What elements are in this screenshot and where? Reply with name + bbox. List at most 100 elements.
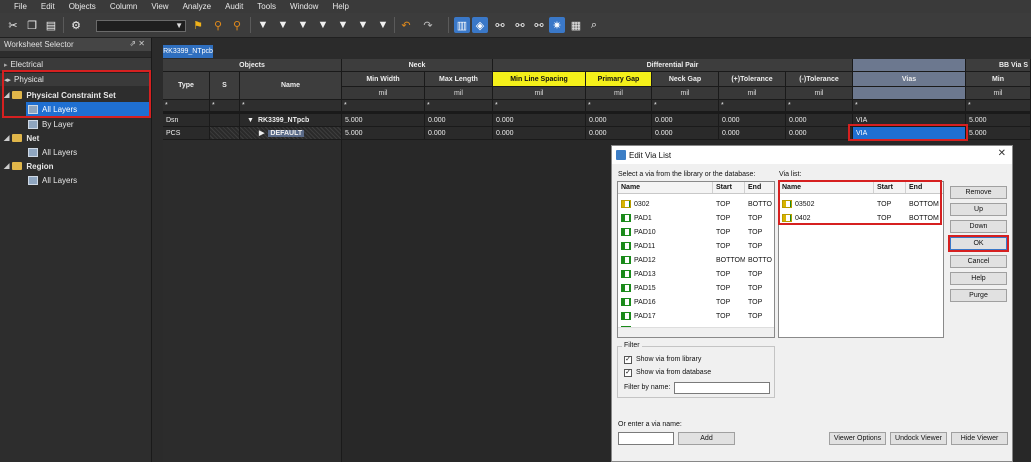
menu-help[interactable]: Help bbox=[332, 2, 348, 11]
column-icon[interactable]: ▥ bbox=[454, 17, 470, 33]
viewer-options-button[interactable]: Viewer Options bbox=[829, 432, 886, 445]
menu-column[interactable]: Column bbox=[110, 2, 138, 11]
table-cell[interactable]: 0.000 bbox=[786, 114, 853, 127]
col-plus-tolerance[interactable]: (+)Tolerance bbox=[719, 72, 786, 87]
filter-cell[interactable]: * bbox=[786, 100, 853, 112]
filter-menu-icon[interactable]: ⚙ bbox=[68, 17, 84, 33]
filter-cell[interactable]: * bbox=[853, 100, 966, 112]
col-min-width[interactable]: Min Width bbox=[342, 72, 425, 87]
table-row-name[interactable]: ▶ DEFAULT bbox=[240, 127, 342, 140]
tree-item-all-layers-selected[interactable]: All Layers bbox=[26, 102, 150, 116]
filter-cell[interactable]: * bbox=[240, 100, 342, 112]
funnel-icon[interactable]: ▼ bbox=[375, 17, 391, 33]
funnel-icon[interactable]: ▼ bbox=[355, 17, 371, 33]
network-icon[interactable]: ⚯ bbox=[492, 17, 508, 33]
col-start[interactable]: Start bbox=[874, 182, 906, 193]
net-icon[interactable]: ◈ bbox=[472, 17, 488, 33]
tree-item-net[interactable]: ◢ Net bbox=[0, 131, 39, 145]
show-database-checkbox[interactable]: ✓ bbox=[624, 369, 632, 377]
funnel-icon[interactable]: ▼ bbox=[275, 17, 291, 33]
filter-cell[interactable]: * bbox=[163, 100, 210, 112]
funnel-icon[interactable]: ▼ bbox=[315, 17, 331, 33]
table-cell[interactable]: 0.000 bbox=[425, 127, 493, 140]
table-row-type[interactable]: Dsn bbox=[163, 114, 210, 127]
list-item[interactable]: PAD10 TOP TOP bbox=[618, 225, 774, 239]
funnel-icon[interactable]: ▼ bbox=[335, 17, 351, 33]
remove-button[interactable]: Remove bbox=[950, 186, 1007, 199]
search-icon[interactable]: ⌕ bbox=[586, 17, 602, 33]
up-button[interactable]: Up bbox=[950, 203, 1007, 216]
purge-button[interactable]: Purge bbox=[950, 289, 1007, 302]
col-bb-min[interactable]: Min bbox=[966, 72, 1031, 87]
via-name-input[interactable] bbox=[618, 432, 674, 445]
down-button[interactable]: Down bbox=[950, 220, 1007, 233]
col-name[interactable]: Name bbox=[240, 72, 342, 100]
filter-cell[interactable]: * bbox=[342, 100, 425, 112]
funnel-icon[interactable]: ▼ bbox=[255, 17, 271, 33]
network-icon[interactable]: ⚯ bbox=[512, 17, 528, 33]
filter-cell[interactable]: * bbox=[966, 100, 1031, 112]
hide-viewer-button[interactable]: Hide Viewer bbox=[951, 432, 1008, 445]
col-name[interactable]: Name bbox=[618, 182, 713, 193]
filter-by-name-input[interactable] bbox=[674, 382, 770, 394]
col-primary-gap[interactable]: Primary Gap bbox=[586, 72, 652, 87]
via-list[interactable]: Name Start End 03502 TOP BOTTOM 0402 TOP… bbox=[778, 181, 944, 338]
undo-icon[interactable]: ↶ bbox=[398, 17, 414, 33]
filter-cell[interactable]: * bbox=[425, 100, 493, 112]
menu-audit[interactable]: Audit bbox=[225, 2, 243, 11]
filter-cell[interactable]: * bbox=[210, 100, 240, 112]
col-vias[interactable]: Vias bbox=[853, 72, 966, 87]
table-cell[interactable]: 0.000 bbox=[586, 114, 652, 127]
col-start[interactable]: Start bbox=[713, 182, 745, 193]
report-icon[interactable]: ▦ bbox=[568, 17, 584, 33]
col-minus-tolerance[interactable]: (-)Tolerance bbox=[786, 72, 853, 87]
horizontal-scrollbar[interactable] bbox=[618, 327, 774, 337]
list-item[interactable]: 03502 TOP BOTTOM bbox=[779, 197, 943, 211]
col-name[interactable]: Name bbox=[779, 182, 874, 193]
objects-combo[interactable]: ▼ bbox=[96, 20, 186, 32]
table-cell-vias[interactable]: VIA bbox=[853, 114, 966, 127]
close-icon[interactable]: ✕ bbox=[998, 148, 1006, 159]
col-min-line-spacing[interactable]: Min Line Spacing bbox=[493, 72, 586, 87]
tree-item-region[interactable]: ◢ Region bbox=[0, 159, 54, 173]
filter-cell[interactable]: * bbox=[652, 100, 719, 112]
table-cell[interactable]: 0.000 bbox=[586, 127, 652, 140]
list-item[interactable]: PAD15 TOP TOP bbox=[618, 281, 774, 295]
ok-button[interactable]: OK bbox=[950, 237, 1007, 250]
table-cell-vias-selected[interactable]: VIA bbox=[853, 127, 966, 140]
table-cell[interactable]: 0.000 bbox=[719, 127, 786, 140]
list-item[interactable]: 0402 TOP BOTTOM bbox=[779, 211, 943, 225]
table-cell[interactable]: 0.000 bbox=[652, 114, 719, 127]
category-physical[interactable]: ◂▸ Physical bbox=[0, 72, 151, 86]
col-type[interactable]: Type bbox=[163, 72, 210, 100]
menu-window[interactable]: Window bbox=[290, 2, 318, 11]
filter-cell[interactable]: * bbox=[586, 100, 652, 112]
table-cell[interactable]: 0.000 bbox=[652, 127, 719, 140]
table-cell[interactable]: 0.000 bbox=[719, 114, 786, 127]
col-end[interactable]: End bbox=[745, 182, 774, 193]
cancel-button[interactable]: Cancel bbox=[950, 255, 1007, 268]
list-item[interactable]: PAD11 TOP TOP bbox=[618, 239, 774, 253]
tree-item-physical-constraint-set[interactable]: ◢ Physical Constraint Set bbox=[0, 88, 116, 102]
col-end[interactable]: End bbox=[906, 182, 943, 193]
table-row-type[interactable]: PCS bbox=[163, 127, 210, 140]
panel-controls-icon[interactable]: ⇗ ✕ bbox=[129, 39, 145, 48]
library-list[interactable]: Name Start End 0302 TOP BOTTO PAD1 TOP TOP PAD… bbox=[617, 181, 775, 338]
tree-item-net-all-layers[interactable]: All Layers bbox=[28, 145, 77, 159]
table-cell[interactable]: 5.000 bbox=[342, 114, 425, 127]
col-neck-gap[interactable]: Neck Gap bbox=[652, 72, 719, 87]
flag-icon[interactable]: ⚑ bbox=[190, 17, 206, 33]
list-item[interactable]: PAD17 TOP TOP bbox=[618, 309, 774, 323]
menu-tools[interactable]: Tools bbox=[257, 2, 276, 11]
category-electrical[interactable]: ▸ Electrical bbox=[0, 57, 151, 71]
table-cell[interactable]: 0.000 bbox=[425, 114, 493, 127]
col-s[interactable]: S bbox=[210, 72, 240, 100]
table-cell[interactable]: 0.000 bbox=[493, 114, 586, 127]
pin-icon[interactable]: ⚲ bbox=[210, 17, 226, 33]
table-row-name[interactable]: ▼ RK3399_NTpcb bbox=[240, 114, 342, 127]
funnel-icon[interactable]: ▼ bbox=[295, 17, 311, 33]
table-cell[interactable]: 0.000 bbox=[493, 127, 586, 140]
filter-cell[interactable]: * bbox=[719, 100, 786, 112]
menu-edit[interactable]: Edit bbox=[41, 2, 55, 11]
list-item[interactable]: 0302 TOP BOTTO bbox=[618, 197, 774, 211]
